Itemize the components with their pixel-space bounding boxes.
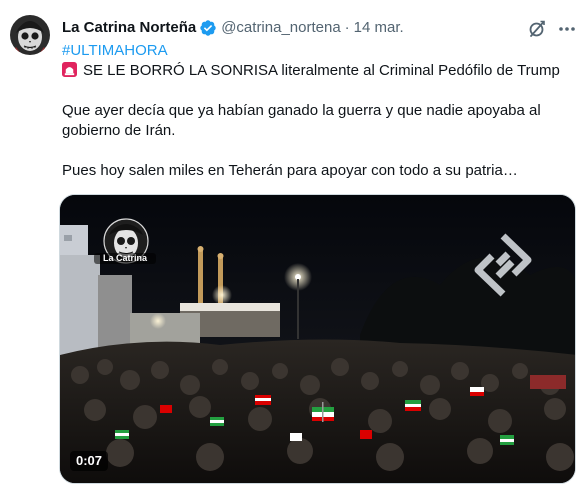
video-player[interactable]: La Catrina 0:07 — [59, 194, 576, 484]
avatar[interactable] — [10, 15, 50, 55]
tweet-line-3: gobierno de Irán. — [62, 122, 176, 139]
handle[interactable]: @catrina_nortena — [221, 18, 340, 38]
more-icon[interactable] — [557, 19, 577, 39]
hashtag-link[interactable]: #ULTIMAHORA — [62, 41, 574, 61]
timestamp[interactable]: 14 mar. — [354, 18, 404, 38]
tweet-line-4: Pues hoy salen miles en Teherán para apo… — [62, 162, 518, 179]
tweet-line-1-text: SE LE BORRÓ LA SONRISA literalmente al C… — [83, 62, 560, 79]
watermark-label: La Catrina — [94, 253, 156, 264]
channel-logo-icon — [474, 233, 532, 297]
display-name[interactable]: La Catrina Norteña — [62, 18, 196, 38]
skull-avatar-icon — [10, 15, 50, 55]
separator: · — [344, 19, 350, 36]
video-duration: 0:07 — [70, 451, 109, 471]
catrina-watermark-icon — [103, 218, 149, 264]
tweet[interactable]: La Catrina Norteña @catrina_nortena · 14… — [0, 0, 583, 491]
tweet-line-1: SE LE BORRÓ LA SONRISA literalmente al C… — [62, 61, 574, 81]
tweet-text: #ULTIMAHORA SE LE BORRÓ LA SONRISA liter… — [62, 41, 574, 181]
grok-icon[interactable] — [527, 19, 547, 39]
tweet-line-2: Que ayer decía que ya habían ganado la g… — [62, 102, 541, 119]
tweet-header: La Catrina Norteña @catrina_nortena · 14… — [62, 18, 404, 38]
siren-icon — [62, 62, 77, 77]
verified-badge-icon[interactable] — [199, 19, 217, 37]
